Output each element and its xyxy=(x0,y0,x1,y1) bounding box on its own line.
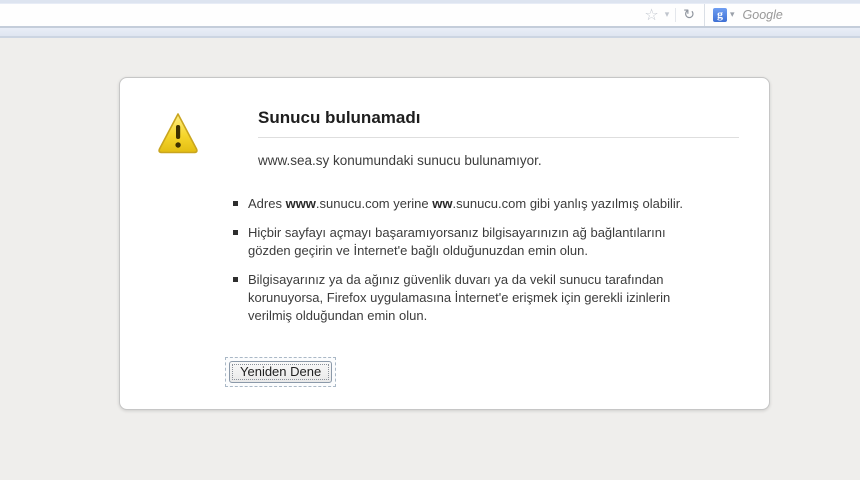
error-description: www.sea.sy konumundaki sunucu bulunamıyo… xyxy=(258,153,542,168)
suggestion-bold-ww: ww xyxy=(432,196,453,211)
bookmark-star-icon[interactable]: ☆ xyxy=(642,7,660,23)
navigation-toolbar: ☆ ▾ ↻ g ▾ Google xyxy=(0,4,860,26)
error-card: Sunucu bulunamadı www.sea.sy konumundaki… xyxy=(119,77,770,410)
search-placeholder: Google xyxy=(742,8,783,22)
google-engine-icon[interactable]: g xyxy=(713,8,727,22)
suggestion-bold-www: www xyxy=(285,196,316,211)
toolbar-bottom-band xyxy=(0,26,860,38)
reload-icon[interactable]: ↻ xyxy=(675,8,699,22)
suggestion-text: Adres xyxy=(248,196,286,211)
search-engine-dropdown-icon[interactable]: ▾ xyxy=(727,10,738,20)
address-dropdown-icon[interactable]: ▾ xyxy=(661,10,674,20)
warning-icon xyxy=(156,110,200,158)
retry-button[interactable]: Yeniden Dene xyxy=(229,361,333,383)
browser-toolbar: ☆ ▾ ↻ g ▾ Google xyxy=(0,0,860,38)
suggestion-text: .sunucu.com yerine xyxy=(315,196,433,211)
address-bar-input[interactable]: ☆ ▾ ↻ xyxy=(0,4,705,26)
search-input[interactable]: g ▾ Google xyxy=(705,4,860,26)
suggestion-item-network: Hiçbir sayfayı açmayı başaramıyorsanız b… xyxy=(233,224,685,260)
retry-button-focus-ring: Yeniden Dene xyxy=(225,357,337,387)
suggestion-item-firewall: Bilgisayarınız ya da ağınız güvenlik duv… xyxy=(233,271,685,325)
suggestion-list: Adres www.sunucu.com yerine ww.sunucu.co… xyxy=(233,195,685,325)
suggestion-text: .sunucu.com gibi yanlış yazılmış olabili… xyxy=(452,196,683,211)
suggestion-item-typo: Adres www.sunucu.com yerine ww.sunucu.co… xyxy=(233,195,685,213)
error-content: Sunucu bulunamadı www.sea.sy konumundaki… xyxy=(225,78,739,387)
page-title: Sunucu bulunamadı xyxy=(258,78,739,138)
